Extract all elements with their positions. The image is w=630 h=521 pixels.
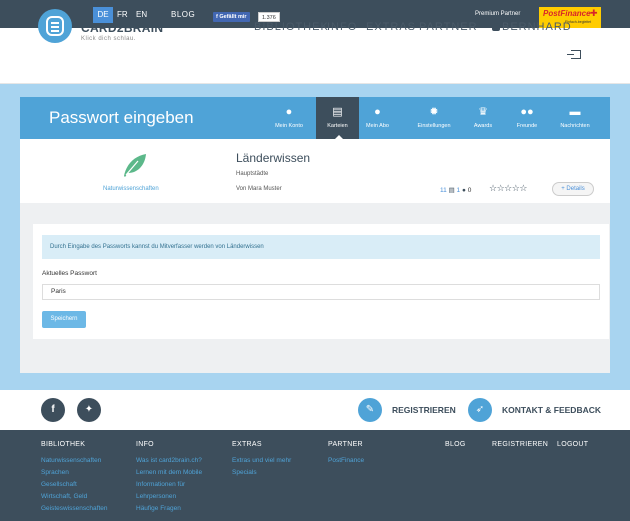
logo-tagline: Klick dich schlau. <box>81 36 137 42</box>
contact-feedback-link[interactable]: KONTAKT & FEEDBACK <box>502 405 601 415</box>
tab-label: Mein Konto <box>275 123 303 129</box>
footer-logout-link[interactable]: LOGOUT <box>557 441 588 448</box>
footer-link[interactable]: Naturwissenschaften <box>41 457 101 464</box>
footer-link[interactable]: Lernen mit dem Mobile <box>136 469 202 476</box>
tab-label: Mein Abo <box>366 123 389 129</box>
footer-link[interactable]: Specials <box>232 469 257 476</box>
fb-like-label: Gefällt mir <box>219 14 247 20</box>
footer-link[interactable]: Wirtschaft, Geld <box>41 493 87 500</box>
star-icon[interactable]: ☆ <box>489 183 497 193</box>
footer-heading-info[interactable]: INFO <box>136 441 154 448</box>
nav-partner[interactable]: PARTNER <box>419 21 478 33</box>
chat-icon: ▬ <box>569 106 581 118</box>
footer-link[interactable]: Was ist card2brain.ch? <box>136 457 202 464</box>
footer-link[interactable]: Geisteswissenschaften <box>41 505 107 512</box>
logo-title[interactable]: CARD2BRAIN <box>81 21 163 35</box>
tab-freunde[interactable]: ●● Freunde <box>510 97 544 139</box>
tab-awards[interactable]: ♛ Awards <box>467 97 499 139</box>
deck-author: Von Mara Muster <box>236 186 282 192</box>
save-button[interactable]: Speichern <box>42 311 86 328</box>
user-icon <box>492 23 500 31</box>
nav-bibliothek[interactable]: BIBLIOTHEK <box>254 21 329 33</box>
footer-link[interactable]: Lehrpersonen <box>136 493 176 500</box>
tab-einstellungen[interactable]: ✹ Einstellungen <box>412 97 456 139</box>
tab-label: Freunde <box>516 123 538 129</box>
footer-heading-bibliothek[interactable]: BIBLIOTHEK <box>41 441 85 448</box>
details-button[interactable]: + Details <box>552 182 594 196</box>
tab-mein-konto[interactable]: ● Mein Konto <box>270 97 308 139</box>
footer-heading-extras[interactable]: EXTRAS <box>232 441 262 448</box>
register-link[interactable]: REGISTRIEREN <box>392 405 456 415</box>
info-banner: Durch Eingabe des Passworts kannst du Mi… <box>42 235 600 259</box>
friends-icon: ●● <box>520 106 534 118</box>
footer-link[interactable]: Häufige Fragen <box>136 505 181 512</box>
trophy-icon: ♛ <box>478 106 488 118</box>
password-label: Aktuelles Passwort <box>42 270 97 277</box>
tab-label: Karteien <box>327 123 348 129</box>
rating-count: 0 <box>467 187 472 194</box>
star-icon[interactable]: ☆ <box>519 183 527 193</box>
premium-partner-label: Premium Partner <box>475 11 521 17</box>
subscription-icon: ● <box>374 106 381 118</box>
facebook-like-button[interactable]: f Gefällt mir <box>213 12 250 22</box>
user-icon: ● <box>461 187 466 194</box>
register-icon[interactable]: ✎ <box>358 398 382 422</box>
swiss-cross-icon: ✚ <box>590 8 598 18</box>
brain-logo-icon[interactable] <box>38 9 72 43</box>
tab-mein-abo[interactable]: ● Mein Abo <box>361 97 394 139</box>
cards-icon: ▤ <box>332 106 343 118</box>
leaf-icon <box>124 154 146 177</box>
password-input[interactable]: Paris <box>42 284 600 300</box>
gear-icon: ✹ <box>429 106 439 118</box>
deck-title: Länderwissen <box>236 151 311 165</box>
star-rating[interactable]: ☆☆☆☆☆ <box>489 183 527 194</box>
footer-register-link[interactable]: REGISTRIEREN <box>492 441 548 448</box>
footer-blog-link[interactable]: BLOG <box>445 441 466 448</box>
footer-link[interactable]: Gesellschaft <box>41 481 77 488</box>
tab-label: Nachrichten <box>560 123 590 129</box>
nav-extras[interactable]: EXTRAS <box>366 21 416 33</box>
tab-nachrichten[interactable]: ▬ Nachrichten <box>555 97 595 139</box>
blog-link[interactable]: BLOG <box>171 7 195 23</box>
cards-icon: ▤ <box>448 187 455 194</box>
user-icon: ● <box>285 106 293 118</box>
tab-label: Einstellungen <box>417 123 451 129</box>
postfinance-logo-text: PostFinance <box>543 9 591 18</box>
page-title: Passwort eingeben <box>49 108 194 127</box>
footer-link[interactable]: PostFinance <box>328 457 364 464</box>
users-count: 1 <box>456 187 461 194</box>
category-label[interactable]: Naturwissenschaften <box>103 186 159 192</box>
user-menu[interactable]: BERNHARD <box>492 21 572 33</box>
footer-link[interactable]: Informationen für <box>136 481 185 488</box>
deck-subtitle: Hauptstädte <box>236 171 269 177</box>
logout-icon[interactable] <box>567 50 581 59</box>
footer-link[interactable]: Extras und viel mehr <box>232 457 291 464</box>
tab-label: Awards <box>473 123 493 129</box>
rocket-icon[interactable]: ➶ <box>468 398 492 422</box>
deck-stats: 11 ▤ 1 ● 0 <box>440 186 471 194</box>
nav-info[interactable]: INFO <box>327 21 357 33</box>
star-icon[interactable]: ☆ <box>504 183 512 193</box>
facebook-icon[interactable]: f <box>41 398 65 422</box>
user-name: BERNHARD <box>502 21 572 33</box>
footer-link[interactable]: Sprachen <box>41 469 69 476</box>
footer-heading-partner[interactable]: PARTNER <box>328 441 363 448</box>
twitter-icon[interactable]: ✦ <box>77 398 101 422</box>
tab-karteien[interactable]: ▤ Karteien <box>316 97 359 139</box>
cards-count: 11 <box>440 187 447 194</box>
